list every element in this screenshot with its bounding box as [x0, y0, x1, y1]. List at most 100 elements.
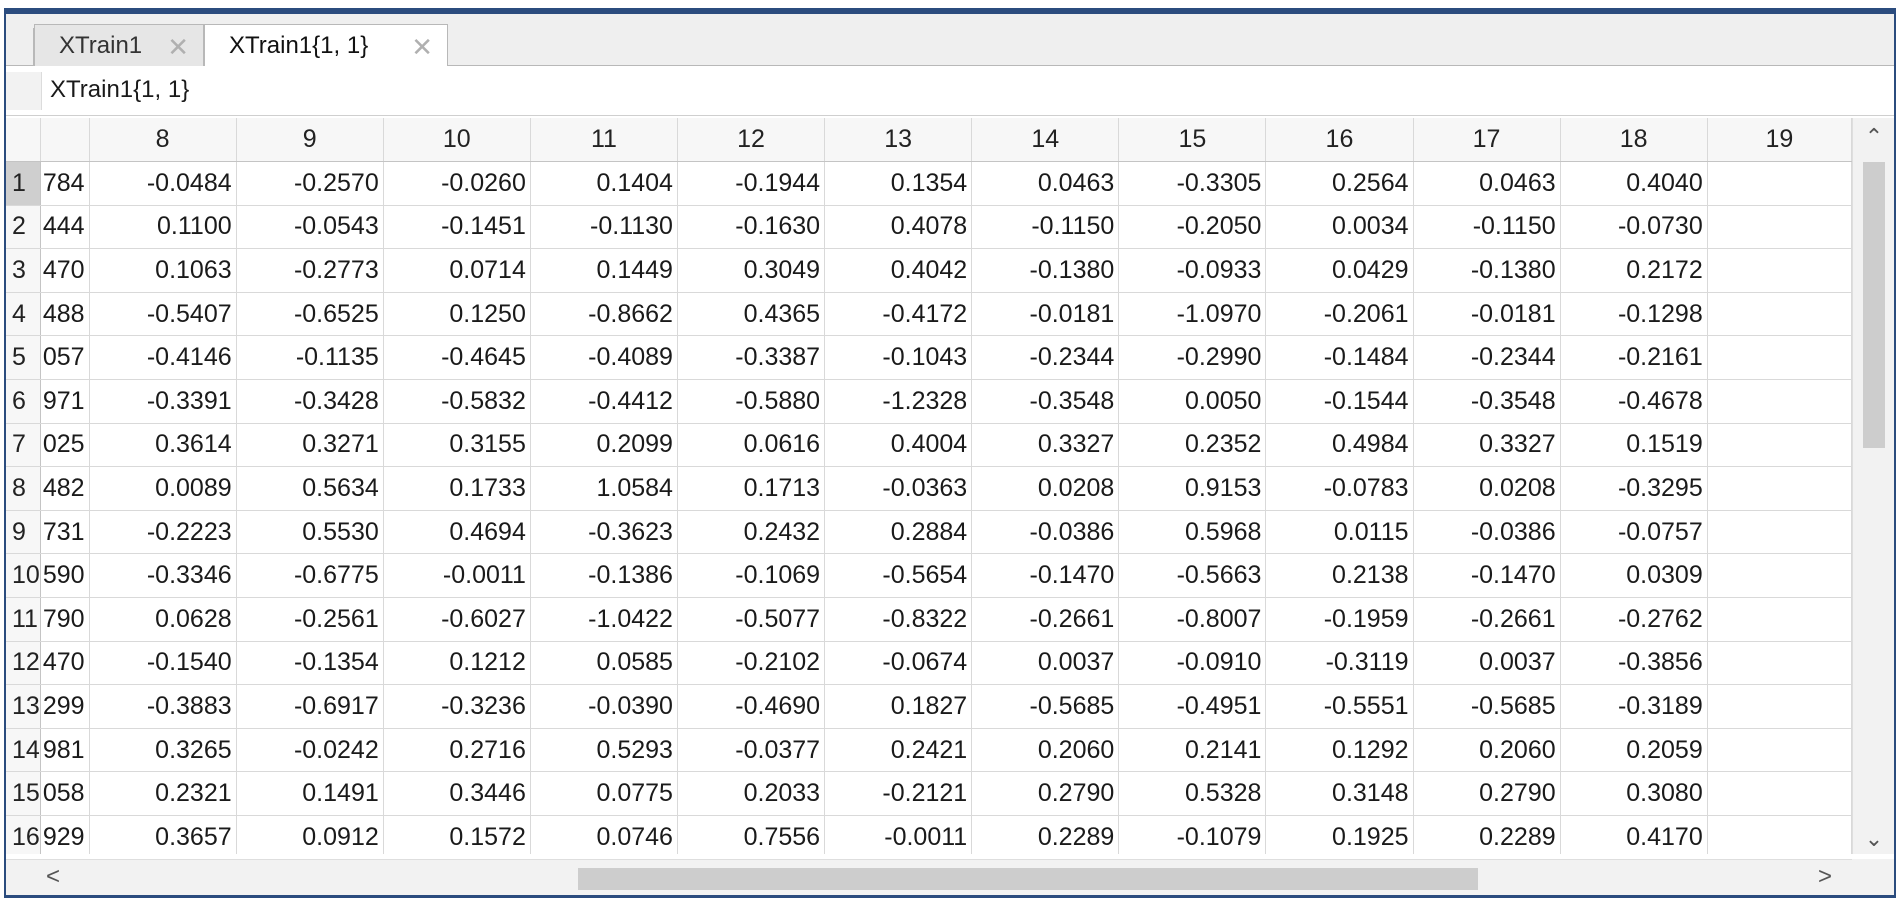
table-cell[interactable]: -1.0970	[1118, 292, 1267, 337]
table-cell[interactable]: 0.4004	[824, 423, 973, 468]
table-cell[interactable]: -0.3189	[1560, 684, 1708, 729]
row-header[interactable]: 16	[6, 815, 41, 854]
table-cell[interactable]: -0.5685	[1413, 684, 1561, 729]
table-cell[interactable]: 0.4078	[824, 205, 973, 250]
table-cell[interactable]: -0.2344	[971, 335, 1120, 381]
table-cell[interactable]: 0.0714	[383, 248, 531, 293]
table-cell[interactable]: 0.3049	[677, 248, 826, 293]
table-cell[interactable]: 057	[40, 335, 90, 381]
table-cell[interactable]: -0.1130	[530, 205, 678, 250]
scroll-right-icon[interactable]: >	[1818, 863, 1832, 891]
table-cell[interactable]: 0.1491	[236, 771, 384, 816]
column-header[interactable]: 18	[1560, 118, 1708, 163]
table-cell[interactable]	[1707, 553, 1852, 599]
table-cell[interactable]: 0.0208	[971, 466, 1120, 511]
row-header[interactable]: 14	[6, 728, 41, 773]
column-header[interactable]: 11	[530, 118, 678, 163]
table-cell[interactable]: -0.0377	[677, 728, 826, 773]
table-cell[interactable]: -0.1484	[1265, 335, 1414, 381]
table-cell[interactable]: 0.2716	[383, 728, 531, 773]
table-cell[interactable]: -0.1470	[1413, 553, 1561, 599]
table-cell[interactable]: -0.1069	[677, 553, 826, 599]
table-cell[interactable]: -0.3387	[677, 335, 826, 381]
column-header[interactable]: 12	[677, 118, 826, 163]
table-cell[interactable]: -0.2050	[1118, 205, 1267, 250]
table-cell[interactable]	[1707, 423, 1852, 468]
table-cell[interactable]: -0.4645	[383, 335, 531, 381]
tab-xtrain1[interactable]: XTrain1 ✕	[34, 24, 204, 66]
table-cell[interactable]: -0.4089	[530, 335, 678, 381]
column-header[interactable]: 13	[824, 118, 973, 163]
table-cell[interactable]: 0.1733	[383, 466, 531, 511]
table-cell[interactable]: -0.6917	[236, 684, 384, 729]
column-header[interactable]: 16	[1265, 118, 1414, 163]
table-cell[interactable]	[1707, 728, 1852, 773]
table-cell[interactable]: -0.1386	[530, 553, 678, 599]
table-cell[interactable]: -0.5832	[383, 379, 531, 424]
table-cell[interactable]: 0.5968	[1118, 510, 1267, 555]
row-header[interactable]: 11	[6, 597, 41, 642]
close-icon[interactable]: ✕	[167, 32, 189, 63]
scroll-down-icon[interactable]: ⌄	[1853, 826, 1894, 852]
table-cell[interactable]: -1.0422	[530, 597, 678, 642]
table-cell[interactable]: 0.3271	[236, 423, 384, 468]
table-cell[interactable]	[1707, 205, 1852, 250]
table-cell[interactable]: 0.1063	[89, 248, 237, 293]
table-cell[interactable]: 0.2790	[971, 771, 1120, 816]
table-cell[interactable]: -0.2223	[89, 510, 237, 555]
scroll-up-icon[interactable]: ⌃	[1853, 124, 1894, 150]
table-cell[interactable]: 470	[40, 641, 90, 686]
row-header[interactable]: 13	[6, 684, 41, 729]
table-cell[interactable]: -0.5654	[824, 553, 973, 599]
vertical-scrollbar[interactable]: ⌃ ⌄	[1852, 118, 1894, 854]
table-cell[interactable]: 0.0746	[530, 815, 678, 854]
table-cell[interactable]: 0.2060	[1413, 728, 1561, 773]
column-header[interactable]: 17	[1413, 118, 1561, 163]
column-header[interactable]: 8	[89, 118, 237, 163]
table-cell[interactable]: 0.2564	[1265, 161, 1414, 206]
table-cell[interactable]: 0.2884	[824, 510, 973, 555]
table-cell[interactable]: -0.3119	[1265, 641, 1414, 686]
table-cell[interactable]: -0.1150	[971, 205, 1120, 250]
table-cell[interactable]: 0.2289	[1413, 815, 1561, 854]
table-cell[interactable]: 0.5293	[530, 728, 678, 773]
table-cell[interactable]: -0.0910	[1118, 641, 1267, 686]
table-cell[interactable]: 0.0585	[530, 641, 678, 686]
table-cell[interactable]: -0.1470	[971, 553, 1120, 599]
vertical-scroll-thumb[interactable]	[1863, 162, 1885, 448]
table-cell[interactable]: 0.3080	[1560, 771, 1708, 816]
column-header[interactable]: 14	[971, 118, 1120, 163]
table-cell[interactable]: -0.1959	[1265, 597, 1414, 642]
table-cell[interactable]	[1707, 379, 1852, 424]
row-header[interactable]: 15	[6, 771, 41, 816]
table-cell[interactable]: 0.1354	[824, 161, 973, 206]
table-cell[interactable]: -0.0484	[89, 161, 237, 206]
table-cell[interactable]: -0.0390	[530, 684, 678, 729]
table-cell[interactable]: 0.2790	[1413, 771, 1561, 816]
row-header[interactable]: 5	[6, 335, 41, 381]
table-cell[interactable]: -0.2121	[824, 771, 973, 816]
table-cell[interactable]: 0.3614	[89, 423, 237, 468]
row-header[interactable]: 12	[6, 641, 41, 686]
table-cell[interactable]: 0.1925	[1265, 815, 1414, 854]
table-cell[interactable]: -0.1540	[89, 641, 237, 686]
table-cell[interactable]: 0.5530	[236, 510, 384, 555]
table-cell[interactable]: 1.0584	[530, 466, 678, 511]
table-cell[interactable]: -0.2773	[236, 248, 384, 293]
table-cell[interactable]: -0.1150	[1413, 205, 1561, 250]
table-cell[interactable]	[1707, 641, 1852, 686]
table-cell[interactable]: -0.0260	[383, 161, 531, 206]
table-cell[interactable]: 0.0037	[1413, 641, 1561, 686]
table-cell[interactable]: -0.0242	[236, 728, 384, 773]
table-cell[interactable]: 0.2421	[824, 728, 973, 773]
table-cell[interactable]: 0.1292	[1265, 728, 1414, 773]
table-cell[interactable]: -0.8662	[530, 292, 678, 337]
table-cell[interactable]: 0.3446	[383, 771, 531, 816]
table-cell[interactable]: 0.2059	[1560, 728, 1708, 773]
table-cell[interactable]: -0.2561	[236, 597, 384, 642]
table-cell[interactable]: -0.3346	[89, 553, 237, 599]
table-cell[interactable]: -0.4146	[89, 335, 237, 381]
table-cell[interactable]: -0.8007	[1118, 597, 1267, 642]
row-header[interactable]: 8	[6, 466, 41, 511]
table-cell[interactable]: 590	[40, 553, 90, 599]
